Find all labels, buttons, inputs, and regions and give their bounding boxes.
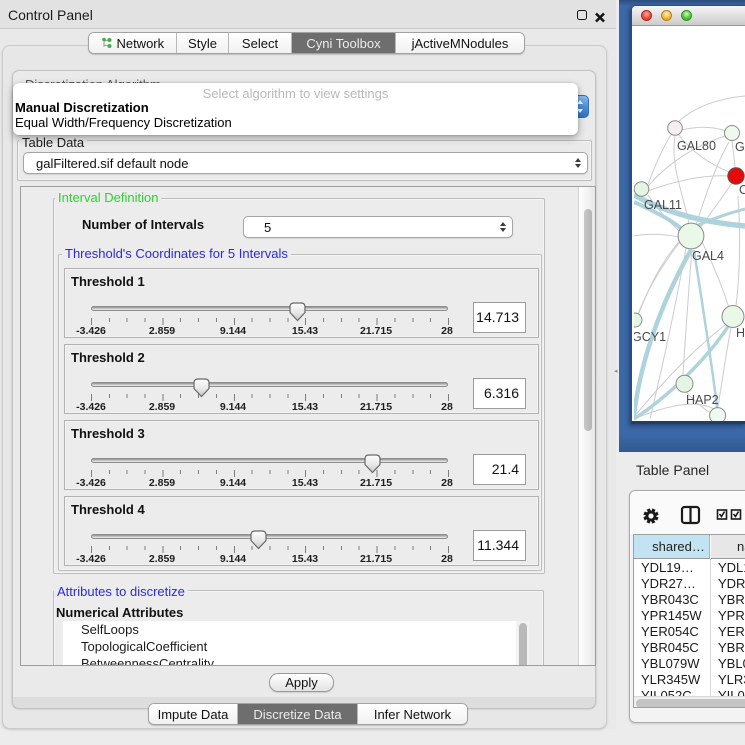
svg-text:GA: GA (735, 140, 745, 154)
svg-text:C: C (739, 183, 745, 197)
svg-text:GCY1: GCY1 (634, 330, 666, 344)
svg-text:GAL80: GAL80 (677, 139, 716, 153)
svg-text:H: H (736, 326, 745, 340)
svg-text:HAP2: HAP2 (686, 393, 719, 407)
svg-text:GAL4: GAL4 (692, 249, 724, 263)
svg-text:GAL11: GAL11 (644, 198, 682, 212)
